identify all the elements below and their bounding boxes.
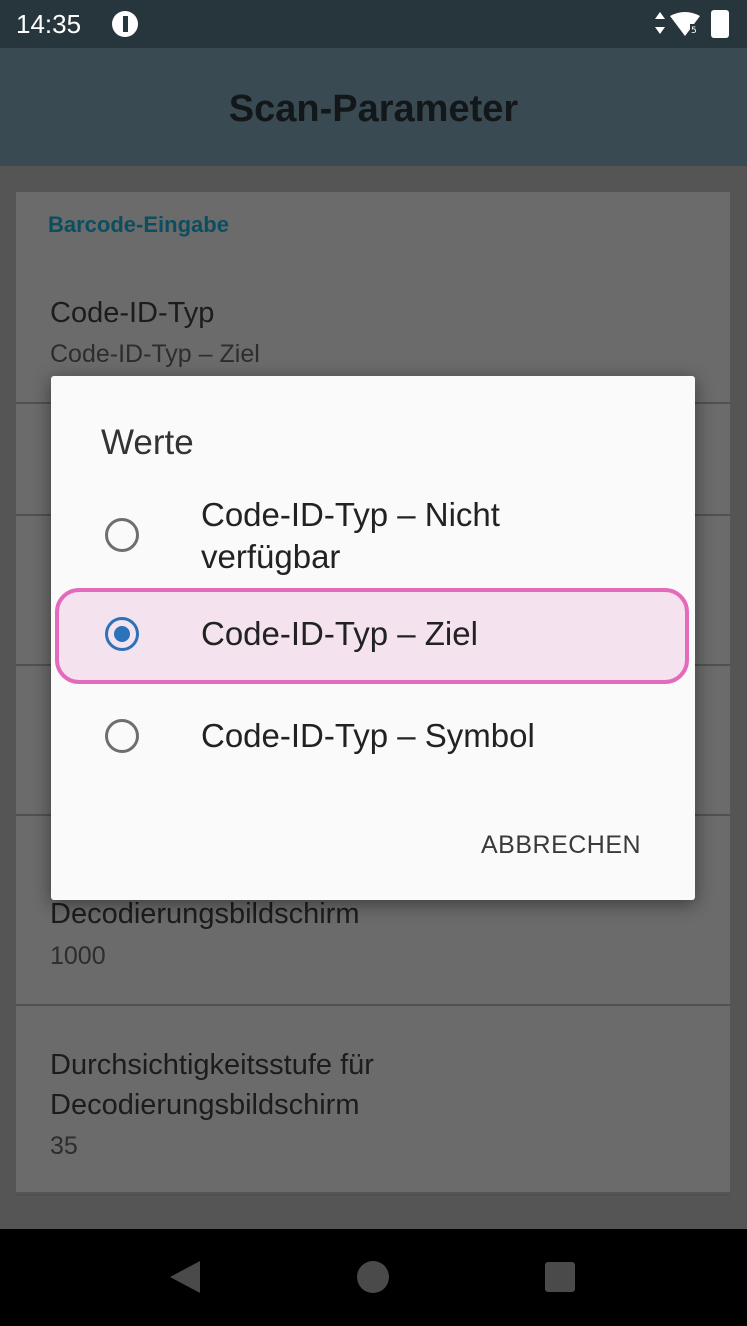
option-symbol[interactable]: Code-ID-Typ – Symbol [51,697,695,777]
back-icon[interactable] [168,1259,202,1295]
home-icon[interactable] [357,1261,389,1293]
radio-unchecked-icon[interactable] [105,518,139,552]
divider [16,1194,730,1196]
dialog-title: Werte [101,423,194,462]
option-target[interactable]: Code-ID-Typ – Ziel [51,597,695,677]
radio-unchecked-icon[interactable] [105,719,139,753]
pref-item-title[interactable]: Code-ID-Typ [50,293,214,333]
radio-checked-icon[interactable] [105,617,139,651]
option-not-available[interactable]: Code-ID-Typ – Nicht verfügbar [51,496,695,598]
pref-item-summary: 35 [50,1132,78,1160]
app-bar-title-wrap: Scan-Parameter [0,0,747,166]
cancel-button[interactable]: ABBRECHEN [481,831,641,860]
divider [16,1004,730,1006]
pref-item-title[interactable]: Decodierungsbildschirm [50,894,359,934]
option-label: Code-ID-Typ – Ziel [201,615,478,652]
category-header: Barcode-Eingabe [48,212,229,237]
pref-item-summary: 1000 [50,942,106,970]
option-label: Code-ID-Typ – Symbol [201,717,535,754]
pref-item-summary: Code-ID-Typ – Ziel [50,340,260,368]
pref-item-title[interactable]: Durchsichtigkeitsstufe für Decodierungsb… [50,1045,670,1125]
recents-icon[interactable] [545,1262,575,1292]
option-label: Code-ID-Typ – Nicht verfügbar [201,496,500,575]
page-title: Scan-Parameter [228,88,519,130]
